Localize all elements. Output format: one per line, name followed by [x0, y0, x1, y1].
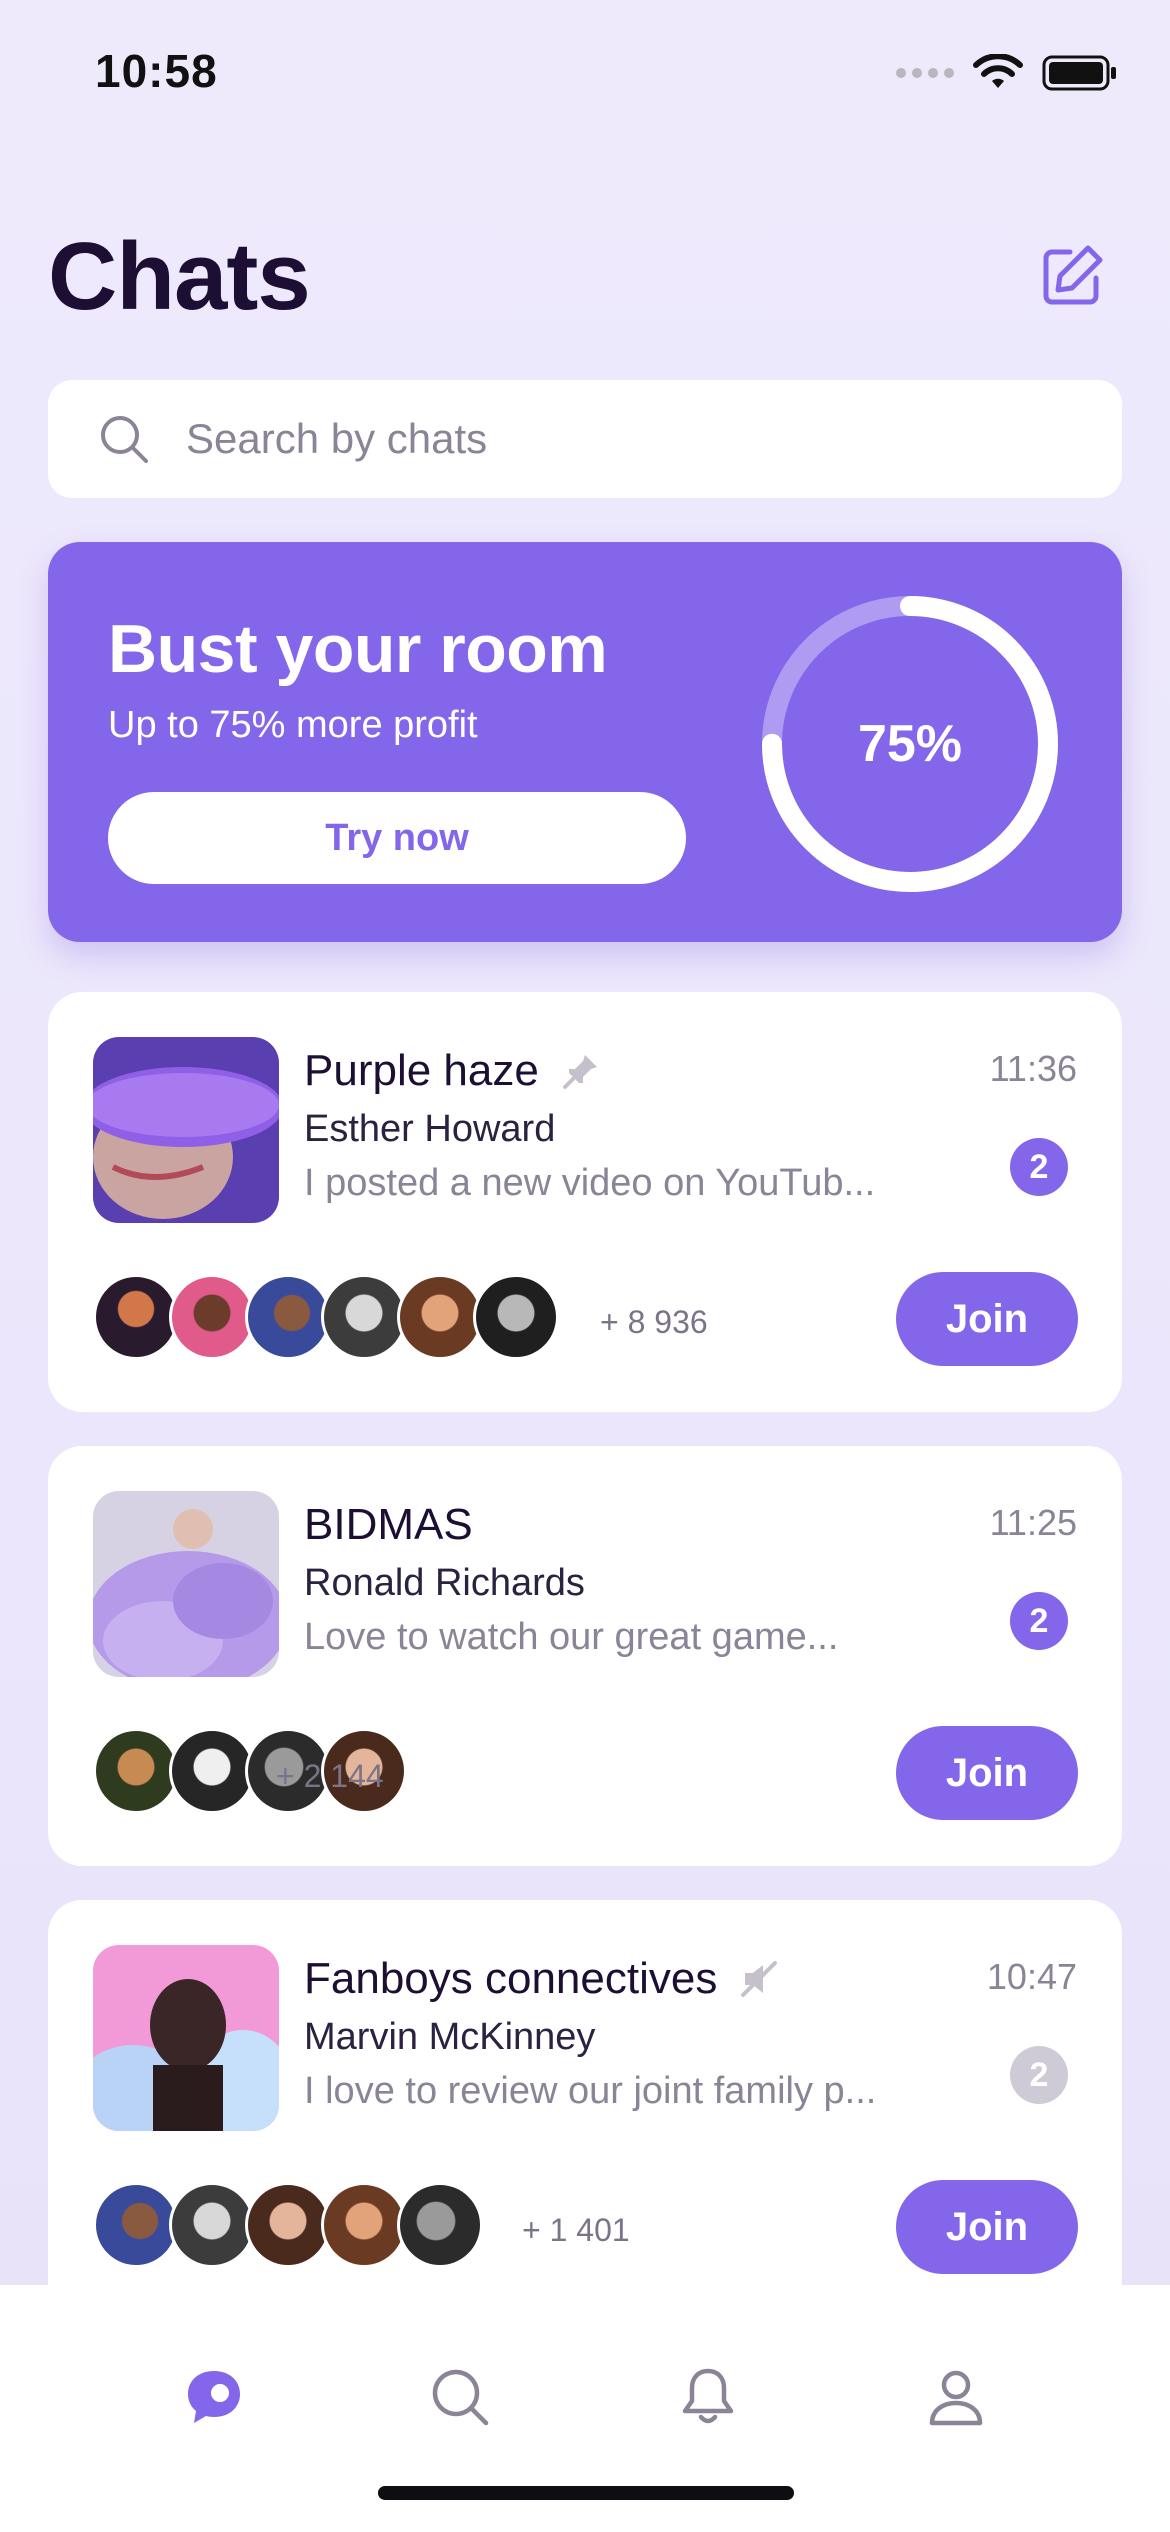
- chat-last-message: I posted a new video on YouTub...: [304, 1162, 876, 1204]
- chat-last-message: I love to review our joint family p...: [304, 2070, 877, 2112]
- member-count: + 1 401: [522, 2212, 630, 2248]
- member-count: + 2 144: [276, 1758, 384, 1794]
- avatar: [473, 1274, 559, 1360]
- unread-badge: 2: [1010, 1138, 1068, 1196]
- chat-name: Purple haze: [304, 1046, 601, 1096]
- promo-title: Bust your room: [108, 611, 608, 687]
- search-bar[interactable]: [48, 380, 1122, 498]
- progress-percent: 75%: [857, 715, 963, 773]
- tab-profile[interactable]: [918, 2359, 994, 2435]
- chat-card[interactable]: Fanboys connectives Marvin McKinney I lo…: [48, 1900, 1122, 2320]
- avatar: [245, 2182, 331, 2268]
- join-button[interactable]: Join: [896, 1726, 1078, 1820]
- battery-icon: [1042, 55, 1116, 91]
- status-bar: 10:58: [0, 0, 1170, 150]
- unread-badge: 2: [1010, 2046, 1068, 2104]
- avatar: [169, 2182, 255, 2268]
- member-avatars: [93, 2182, 483, 2270]
- chat-author: Marvin McKinney: [304, 2016, 596, 2058]
- tab-notifications[interactable]: [670, 2359, 746, 2435]
- chat-time: 11:25: [989, 1502, 1077, 1543]
- status-icons: [896, 54, 1118, 92]
- tab-search[interactable]: [422, 2359, 498, 2435]
- chat-last-message: Love to watch our great game...: [304, 1616, 839, 1658]
- bell-icon: [682, 2368, 734, 2424]
- chat-title: Fanboys connectives: [304, 1954, 718, 2003]
- member-count: + 8 936: [600, 1304, 708, 1340]
- search-icon: [101, 416, 148, 463]
- try-now-button[interactable]: Try now: [108, 792, 686, 884]
- chat-time: 10:47: [986, 1956, 1077, 1997]
- chat-author: Ronald Richards: [304, 1562, 585, 1604]
- join-button[interactable]: Join: [896, 2180, 1078, 2274]
- tab-chats[interactable]: [176, 2359, 252, 2435]
- chat-title: Purple haze: [304, 1046, 539, 1095]
- avatar: [321, 1274, 407, 1360]
- chat-card[interactable]: BIDMAS Ronald Richards Love to watch our…: [48, 1446, 1122, 1866]
- chat-name: BIDMAS: [304, 1500, 473, 1550]
- chat-title: BIDMAS: [304, 1500, 473, 1549]
- join-button[interactable]: Join: [896, 1272, 1078, 1366]
- wifi-icon: [973, 54, 1023, 88]
- avatar: [397, 2182, 483, 2268]
- chat-thumbnail: [93, 1491, 279, 1677]
- chat-thumbnail: [93, 1037, 279, 1223]
- avatar: [245, 1274, 331, 1360]
- promo-banner: Bust your room Up to 75% more profit Try…: [48, 542, 1122, 942]
- avatar: [93, 2182, 179, 2268]
- chat-card[interactable]: Purple haze Esther Howard I posted a new…: [48, 992, 1122, 1412]
- chat-bubble-icon: [188, 2371, 240, 2423]
- pin-icon: [562, 1055, 597, 1089]
- member-avatars: [93, 1274, 559, 1362]
- avatar: [169, 1728, 255, 1814]
- chat-author: Esther Howard: [304, 1108, 556, 1150]
- page-title: Chats: [48, 223, 311, 330]
- avatar: [321, 2182, 407, 2268]
- mute-icon: [741, 1961, 778, 1997]
- profile-icon: [929, 2370, 983, 2426]
- unread-badge: 2: [1010, 1592, 1068, 1650]
- avatar: [169, 1274, 255, 1360]
- avatar: [93, 1274, 179, 1360]
- home-indicator: [378, 2486, 794, 2500]
- status-time: 10:58: [95, 45, 218, 97]
- compose-button[interactable]: [1036, 240, 1108, 312]
- search-input[interactable]: [186, 415, 1086, 463]
- chat-time: 11:36: [989, 1048, 1077, 1089]
- chat-thumbnail: [93, 1945, 279, 2131]
- promo-subtitle: Up to 75% more profit: [108, 704, 478, 746]
- avatar: [397, 1274, 483, 1360]
- search-icon: [432, 2369, 489, 2426]
- cellular-signal-icon: [896, 68, 954, 78]
- edit-icon: [1043, 245, 1103, 305]
- chat-name: Fanboys connectives: [304, 1954, 779, 2004]
- avatar: [93, 1728, 179, 1814]
